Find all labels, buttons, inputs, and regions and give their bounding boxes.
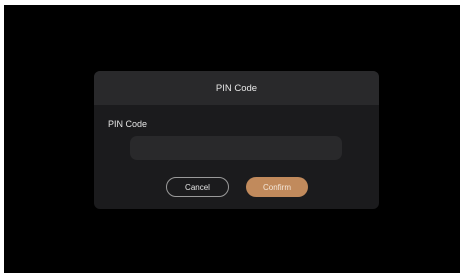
screen: PIN Code PIN Code Cancel Confirm	[4, 5, 460, 273]
pin-code-label: PIN Code	[108, 119, 148, 129]
cancel-button[interactable]: Cancel	[166, 177, 229, 197]
dialog-header: PIN Code	[94, 71, 379, 105]
confirm-button[interactable]: Confirm	[246, 177, 308, 197]
pin-code-dialog: PIN Code PIN Code Cancel Confirm	[94, 71, 379, 209]
dialog-title: PIN Code	[215, 82, 258, 94]
pin-code-input[interactable]	[130, 136, 342, 160]
